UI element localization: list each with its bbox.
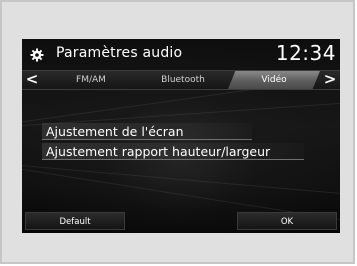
right-arrow-icon[interactable]: > xyxy=(322,71,338,89)
tab-bluetooth[interactable]: Bluetooth xyxy=(139,71,227,89)
clock: 12:34 xyxy=(275,41,336,65)
page-title: Paramètres audio xyxy=(56,45,183,61)
header-bar: Paramètres audio 12:34 xyxy=(22,39,340,69)
left-arrow-icon[interactable]: < xyxy=(24,71,40,89)
menu-item-screen-adjustment[interactable]: Ajustement de l'écran xyxy=(42,123,252,140)
device-frame: Paramètres audio 12:34 < FM/AM Bluetooth… xyxy=(0,0,355,264)
menu-item-aspect-ratio[interactable]: Ajustement rapport hauteur/largeur xyxy=(42,143,304,160)
display-screen: Paramètres audio 12:34 < FM/AM Bluetooth… xyxy=(22,39,340,233)
tab-fm-am[interactable]: FM/AM xyxy=(48,71,134,89)
ok-button[interactable]: OK xyxy=(237,212,337,230)
gear-icon xyxy=(30,47,44,62)
tab-bar: < FM/AM Bluetooth Vidéo > xyxy=(22,70,340,90)
tab-video[interactable]: Vidéo xyxy=(228,71,320,89)
default-button[interactable]: Default xyxy=(25,212,125,230)
